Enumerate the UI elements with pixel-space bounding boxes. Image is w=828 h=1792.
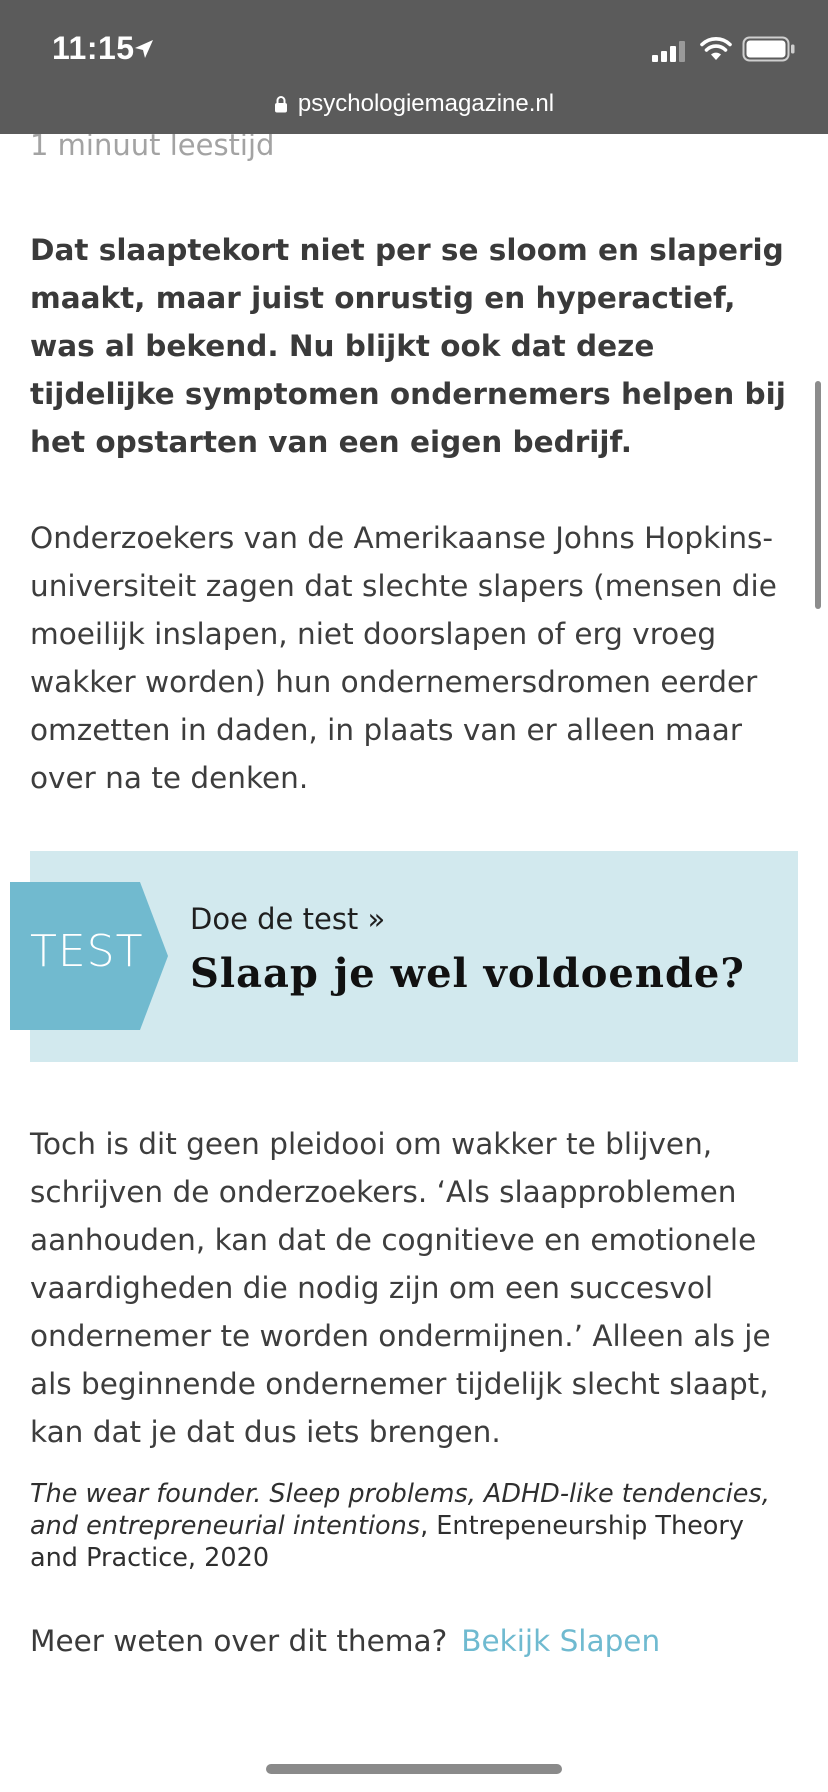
location-arrow-icon bbox=[135, 40, 153, 58]
url-bar[interactable]: psychologiemagazine.nl bbox=[0, 86, 828, 122]
more-prompt: Meer weten over dit thema? bbox=[30, 1624, 448, 1658]
test-title-link[interactable]: Slaap je wel voldoende? bbox=[190, 950, 745, 997]
browser-chrome: 11:15 psychologiemagazine.nl bbox=[0, 0, 828, 134]
theme-link[interactable]: Bekijk Slapen bbox=[461, 1624, 660, 1658]
test-tag-label: TEST bbox=[30, 926, 144, 977]
scrollbar[interactable] bbox=[815, 381, 821, 609]
home-indicator[interactable] bbox=[266, 1764, 562, 1774]
url-domain: psychologiemagazine.nl bbox=[297, 90, 555, 117]
battery-icon bbox=[742, 36, 795, 62]
test-kicker-link[interactable]: Doe de test » bbox=[190, 902, 385, 936]
article-paragraph: Toch is dit geen pleidooi om wakker te b… bbox=[30, 1127, 771, 1449]
article-lead: Dat slaaptekort niet per se sloom en sla… bbox=[30, 233, 786, 459]
signal-icon bbox=[652, 41, 685, 62]
article-body: Dat slaaptekort niet per se sloom en sla… bbox=[30, 226, 800, 802]
article-continued: Toch is dit geen pleidooi om wakker te b… bbox=[30, 1120, 800, 1574]
more-about-theme: Meer weten over dit thema? Bekijk Slapen bbox=[30, 1617, 660, 1665]
lock-icon bbox=[274, 96, 287, 113]
citation: The wear founder. Sleep problems, ADHD-l… bbox=[30, 1478, 800, 1574]
wifi-icon bbox=[700, 37, 732, 60]
status-time: 11:15 bbox=[52, 30, 135, 66]
test-tag: TEST bbox=[10, 882, 168, 1030]
article-paragraph: Onderzoekers van de Amerikaanse Johns Ho… bbox=[30, 521, 777, 795]
